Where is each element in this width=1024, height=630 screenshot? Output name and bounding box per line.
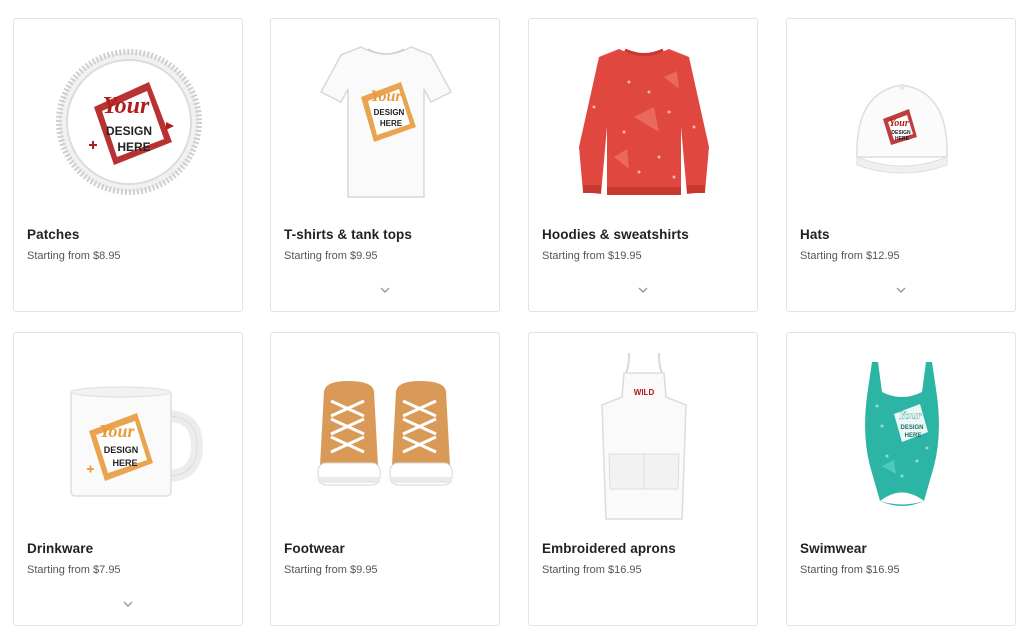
product-title: Footwear: [284, 541, 345, 556]
hat-your-text: Your: [889, 118, 909, 129]
product-card-hoodies[interactable]: Hoodies & sweatshirts Starting from $19.…: [528, 18, 758, 312]
product-title: Embroidered aprons: [542, 541, 676, 556]
product-title: Swimwear: [800, 541, 867, 556]
tshirt-image: Your DESIGN HERE: [285, 33, 487, 211]
product-price: Starting from $9.95: [284, 250, 378, 262]
patch-design-text: DESIGN: [106, 124, 152, 138]
swim-your-text: Your: [898, 408, 922, 422]
product-title: T-shirts & tank tops: [284, 227, 413, 242]
swimsuit-image: Your DESIGN HERE: [801, 347, 1003, 525]
shoes-image: [285, 347, 487, 525]
apron-wild-text: WILD: [634, 388, 655, 397]
patch-here-text: HERE: [117, 140, 150, 154]
chevron-down-icon[interactable]: [894, 285, 908, 295]
swim-here-text: HERE: [905, 433, 922, 439]
product-card-drinkware[interactable]: Your DESIGN HERE Drinkware Starting from…: [13, 332, 243, 626]
mug-your-text: Your: [99, 421, 135, 441]
product-price: Starting from $8.95: [27, 250, 121, 262]
apron-image: WILD: [543, 347, 745, 525]
chevron-down-icon[interactable]: [636, 285, 650, 295]
product-card-tshirts[interactable]: Your DESIGN HERE T-shirts & tank tops St…: [270, 18, 500, 312]
product-price: Starting from $19.95: [542, 250, 642, 262]
patches-image: Your DESIGN HERE: [28, 33, 230, 211]
product-price: Starting from $12.95: [800, 250, 900, 262]
chevron-down-icon[interactable]: [378, 285, 392, 295]
product-card-patches[interactable]: Your DESIGN HERE Patches Starting from $…: [13, 18, 243, 312]
product-price: Starting from $16.95: [542, 564, 642, 576]
product-title: Drinkware: [27, 541, 94, 556]
product-title: Hoodies & sweatshirts: [542, 227, 689, 242]
product-title: Patches: [27, 227, 80, 242]
mug-design-text: DESIGN: [104, 445, 139, 455]
product-title: Hats: [800, 227, 830, 242]
tshirt-your-text: Your: [370, 88, 402, 105]
tshirt-here-text: HERE: [380, 119, 403, 128]
tshirt-design-text: DESIGN: [374, 108, 405, 117]
product-price: Starting from $9.95: [284, 564, 378, 576]
product-grid: Your DESIGN HERE Patches Starting from $…: [0, 0, 1024, 630]
hat-image: Your DESIGN HERE: [801, 33, 1003, 211]
hat-here-text: HERE: [895, 136, 910, 142]
mug-here-text: HERE: [112, 458, 137, 468]
product-card-hats[interactable]: Your DESIGN HERE Hats Starting from $12.…: [786, 18, 1016, 312]
patch-your-text: Your: [103, 93, 150, 119]
swim-design-text: DESIGN: [900, 425, 923, 431]
mug-image: Your DESIGN HERE: [28, 347, 230, 525]
chevron-down-icon[interactable]: [121, 599, 135, 609]
hoodie-image: [543, 33, 745, 211]
product-price: Starting from $16.95: [800, 564, 900, 576]
product-card-footwear[interactable]: Footwear Starting from $9.95: [270, 332, 500, 626]
product-price: Starting from $7.95: [27, 564, 121, 576]
product-card-aprons[interactable]: WILD Embroidered aprons Starting from $1…: [528, 332, 758, 626]
product-card-swimwear[interactable]: Your DESIGN HERE Swimwear Starting from …: [786, 332, 1016, 626]
